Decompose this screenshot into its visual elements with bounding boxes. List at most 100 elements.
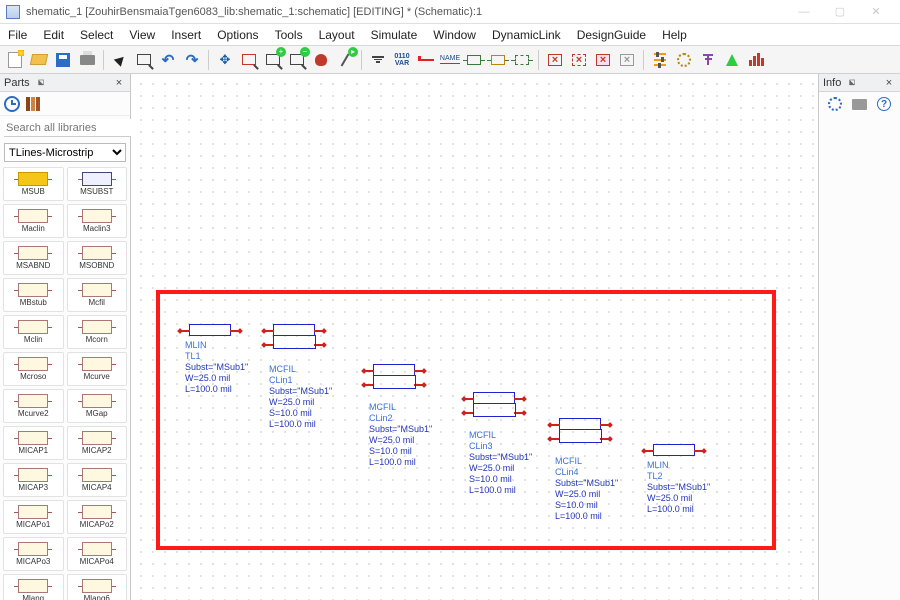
component-tl2[interactable]: MLINTL2Subst="MSub1"W=25.0 milL=100.0 mi… bbox=[653, 444, 695, 456]
part-micap2[interactable]: MICAP2 bbox=[67, 426, 128, 460]
ground-button[interactable] bbox=[367, 49, 389, 71]
menu-help[interactable]: Help bbox=[654, 24, 695, 45]
results-button[interactable] bbox=[745, 49, 767, 71]
symbol-icon bbox=[491, 55, 505, 65]
part-maclin[interactable]: Maclin bbox=[3, 204, 64, 238]
part-maclin3[interactable]: Maclin3 bbox=[67, 204, 128, 238]
part-mcurve[interactable]: Mcurve bbox=[67, 352, 128, 386]
menu-view[interactable]: View bbox=[121, 24, 163, 45]
part-mclin[interactable]: Mclin bbox=[3, 315, 64, 349]
part-mcroso[interactable]: Mcroso bbox=[3, 352, 64, 386]
menu-select[interactable]: Select bbox=[72, 24, 121, 45]
part-glyph-icon bbox=[18, 246, 48, 260]
settings-button[interactable] bbox=[673, 49, 695, 71]
component-clin4[interactable]: MCFILCLin4Subst="MSub1"W=25.0 milS=10.0 … bbox=[559, 418, 601, 430]
var-button[interactable]: 0110VAR bbox=[391, 49, 413, 71]
component-clin2[interactable]: MCFILCLin2Subst="MSub1"W=25.0 milS=10.0 … bbox=[373, 364, 415, 376]
antenna-button[interactable] bbox=[697, 49, 719, 71]
component-tl1[interactable]: MLINTL1Subst="MSub1"W=25.0 milL=100.0 mi… bbox=[189, 324, 231, 336]
menu-file[interactable]: File bbox=[0, 24, 35, 45]
search-input[interactable] bbox=[4, 119, 150, 137]
close-panel-button[interactable]: × bbox=[882, 77, 896, 89]
history-icon[interactable] bbox=[4, 96, 20, 112]
select-button[interactable] bbox=[109, 49, 131, 71]
part-micapo2[interactable]: MICAPo2 bbox=[67, 500, 128, 534]
pin-icon[interactable]: ⬙ bbox=[32, 74, 50, 92]
component-clin3[interactable]: MCFILCLin3Subst="MSub1"W=25.0 milS=10.0 … bbox=[473, 392, 515, 404]
gear-icon[interactable] bbox=[828, 97, 842, 111]
part-mcurve2[interactable]: Mcurve2 bbox=[3, 389, 64, 423]
menu-dynamiclink[interactable]: DynamicLink bbox=[484, 24, 569, 45]
part-micapo3[interactable]: MICAPo3 bbox=[3, 537, 64, 571]
sim-button[interactable] bbox=[511, 49, 533, 71]
part-glyph-icon bbox=[18, 468, 48, 482]
zoom-rect-button[interactable] bbox=[238, 49, 260, 71]
part-mbstub[interactable]: MBstub bbox=[3, 278, 64, 312]
menu-window[interactable]: Window bbox=[425, 24, 484, 45]
print-icon[interactable] bbox=[852, 99, 867, 110]
menu-designguide[interactable]: DesignGuide bbox=[569, 24, 654, 45]
redo-button[interactable]: ↷ bbox=[181, 49, 203, 71]
part-msub[interactable]: MSUB bbox=[3, 167, 64, 201]
menu-simulate[interactable]: Simulate bbox=[363, 24, 426, 45]
part-mcfil[interactable]: Mcfil bbox=[67, 278, 128, 312]
wand-button[interactable]: ▸ bbox=[334, 49, 356, 71]
schematic-canvas[interactable]: MLINTL1Subst="MSub1"W=25.0 milL=100.0 mi… bbox=[131, 74, 818, 600]
close-button[interactable]: ✕ bbox=[858, 2, 894, 22]
zoom-out-button[interactable]: − bbox=[286, 49, 308, 71]
deactivate-a-button[interactable]: × bbox=[544, 49, 566, 71]
new-button[interactable] bbox=[4, 49, 26, 71]
part-micap4[interactable]: MICAP4 bbox=[67, 463, 128, 497]
deactivate-b-button[interactable]: × bbox=[568, 49, 590, 71]
part-msobnd[interactable]: MSOBND bbox=[67, 241, 128, 275]
part-msubst[interactable]: MSUBST bbox=[67, 167, 128, 201]
menu-insert[interactable]: Insert bbox=[163, 24, 209, 45]
part-mcorn[interactable]: Mcorn bbox=[67, 315, 128, 349]
part-msabnd[interactable]: MSABND bbox=[3, 241, 64, 275]
library-icon[interactable] bbox=[26, 97, 40, 111]
library-select[interactable]: TLines-Microstrip bbox=[4, 143, 126, 162]
part-label: Mcfil bbox=[89, 298, 105, 307]
save-button[interactable] bbox=[52, 49, 74, 71]
menu-options[interactable]: Options bbox=[209, 24, 266, 45]
part-mlang[interactable]: Mlang bbox=[3, 574, 64, 600]
pin-icon[interactable]: ⬙ bbox=[844, 74, 862, 92]
part-micap3[interactable]: MICAP3 bbox=[3, 463, 64, 497]
maximize-button[interactable]: ▢ bbox=[822, 2, 858, 22]
zoom-fit-button[interactable] bbox=[133, 49, 155, 71]
part-micapo4[interactable]: MICAPo4 bbox=[67, 537, 128, 571]
open-button[interactable] bbox=[28, 49, 50, 71]
name-button[interactable]: NAME bbox=[439, 49, 461, 71]
part-micap1[interactable]: MICAP1 bbox=[3, 426, 64, 460]
plus-badge-icon: + bbox=[276, 47, 286, 57]
close-panel-button[interactable]: × bbox=[112, 77, 126, 89]
symbol-button[interactable] bbox=[487, 49, 509, 71]
x-box-icon: × bbox=[548, 54, 562, 66]
undo-button[interactable]: ↶ bbox=[157, 49, 179, 71]
part-label: MICAP4 bbox=[82, 483, 112, 492]
wire-button[interactable] bbox=[415, 49, 437, 71]
minimize-button[interactable]: — bbox=[786, 2, 822, 22]
component-label: MLINTL2Subst="MSub1"W=25.0 milL=100.0 mi… bbox=[647, 460, 710, 515]
part-label: Mcroso bbox=[20, 372, 46, 381]
deactivate-d-button[interactable]: × bbox=[616, 49, 638, 71]
part-label: MGap bbox=[86, 409, 108, 418]
part-mlang6[interactable]: Mlang6 bbox=[67, 574, 128, 600]
parts-toolbar bbox=[0, 92, 130, 116]
go-button[interactable] bbox=[721, 49, 743, 71]
deactivate-c-button[interactable]: × bbox=[592, 49, 614, 71]
help-icon[interactable]: ? bbox=[877, 97, 891, 111]
component-clin1[interactable]: MCFILCLin1Subst="MSub1"W=25.0 milS=10.0 … bbox=[273, 324, 315, 336]
component-button[interactable] bbox=[463, 49, 485, 71]
tune-button[interactable] bbox=[649, 49, 671, 71]
menu-edit[interactable]: Edit bbox=[35, 24, 72, 45]
menu-tools[interactable]: Tools bbox=[267, 24, 311, 45]
zoom-in-button[interactable]: + bbox=[262, 49, 284, 71]
part-mgap[interactable]: MGap bbox=[67, 389, 128, 423]
menu-layout[interactable]: Layout bbox=[311, 24, 363, 45]
folder-open-icon bbox=[30, 54, 48, 65]
move-button[interactable]: ✥ bbox=[214, 49, 236, 71]
part-micapo1[interactable]: MICAPo1 bbox=[3, 500, 64, 534]
print-button[interactable] bbox=[76, 49, 98, 71]
debug-button[interactable] bbox=[310, 49, 332, 71]
